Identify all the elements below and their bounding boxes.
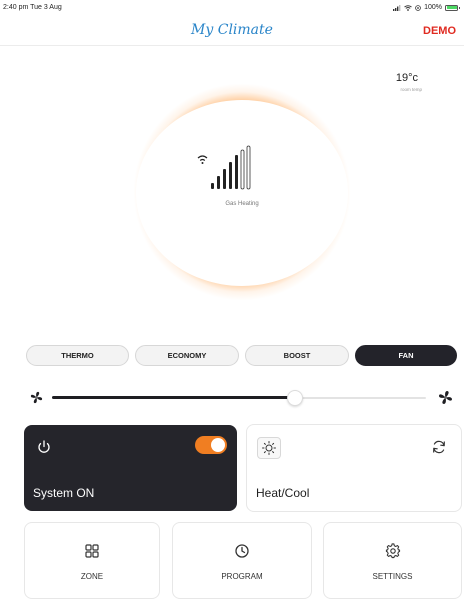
system-power-card[interactable]: System ON xyxy=(24,425,237,511)
cellular-signal-icon xyxy=(393,4,401,11)
gear-icon xyxy=(385,543,400,559)
power-icon xyxy=(38,440,50,453)
sun-icon xyxy=(262,441,276,455)
sun-icon-box xyxy=(257,437,281,459)
heating-mode-label: Gas Heating xyxy=(225,201,259,207)
nav-label-settings: SETTINGS xyxy=(372,572,413,581)
battery-percent: 100% xyxy=(424,4,442,11)
heat-cool-label: Heat/Cool xyxy=(256,486,310,500)
nav-label-program: PROGRAM xyxy=(221,572,263,581)
room-temperature-label: room temp xyxy=(400,87,422,92)
climate-dial-area: Gas Heating 19°c room temp xyxy=(0,47,464,337)
wifi-icon xyxy=(404,4,412,11)
nav-label-zone: ZONE xyxy=(80,572,104,581)
battery-icon xyxy=(445,4,460,11)
mode-button-boost[interactable]: BOOST xyxy=(245,345,349,366)
mode-button-economy[interactable]: ECONOMY xyxy=(135,345,239,366)
fan-speed-fill xyxy=(52,396,296,399)
system-toggle-knob xyxy=(211,438,225,452)
system-status-label: System ON xyxy=(33,486,95,500)
app-title: My Climate xyxy=(191,22,273,38)
status-bar: 2:40 pm Tue 3 Aug 100% xyxy=(0,0,464,16)
sync-icon[interactable] xyxy=(431,439,447,455)
nav-tile-program[interactable]: PROGRAM xyxy=(172,522,312,599)
location-icon xyxy=(415,4,421,11)
climate-dial[interactable] xyxy=(136,100,348,286)
clock-icon xyxy=(235,544,249,558)
fan-speed-thumb[interactable] xyxy=(287,390,304,406)
mode-selector: THERMO ECONOMY BOOST FAN xyxy=(26,345,458,367)
fan-speed-control xyxy=(28,388,456,410)
app-header: My Climate DEMO xyxy=(0,16,464,46)
status-indicators: 100% xyxy=(393,4,460,11)
nav-tile-settings[interactable]: SETTINGS xyxy=(323,522,462,599)
signal-strength-icon xyxy=(197,145,251,190)
mode-button-thermo[interactable]: THERMO xyxy=(26,345,129,366)
mode-button-fan[interactable]: FAN xyxy=(355,345,457,366)
status-time: 2:40 pm Tue 3 Aug xyxy=(3,4,62,11)
heat-cool-card[interactable]: Heat/Cool xyxy=(246,424,462,512)
nav-tile-zone[interactable]: ZONE xyxy=(24,522,160,599)
fan-high-icon xyxy=(439,391,452,404)
grid-icon xyxy=(85,544,99,558)
system-toggle[interactable] xyxy=(195,436,227,454)
fan-low-icon xyxy=(30,391,43,404)
room-temperature: 19°c xyxy=(395,72,418,84)
demo-badge[interactable]: DEMO xyxy=(423,25,456,37)
